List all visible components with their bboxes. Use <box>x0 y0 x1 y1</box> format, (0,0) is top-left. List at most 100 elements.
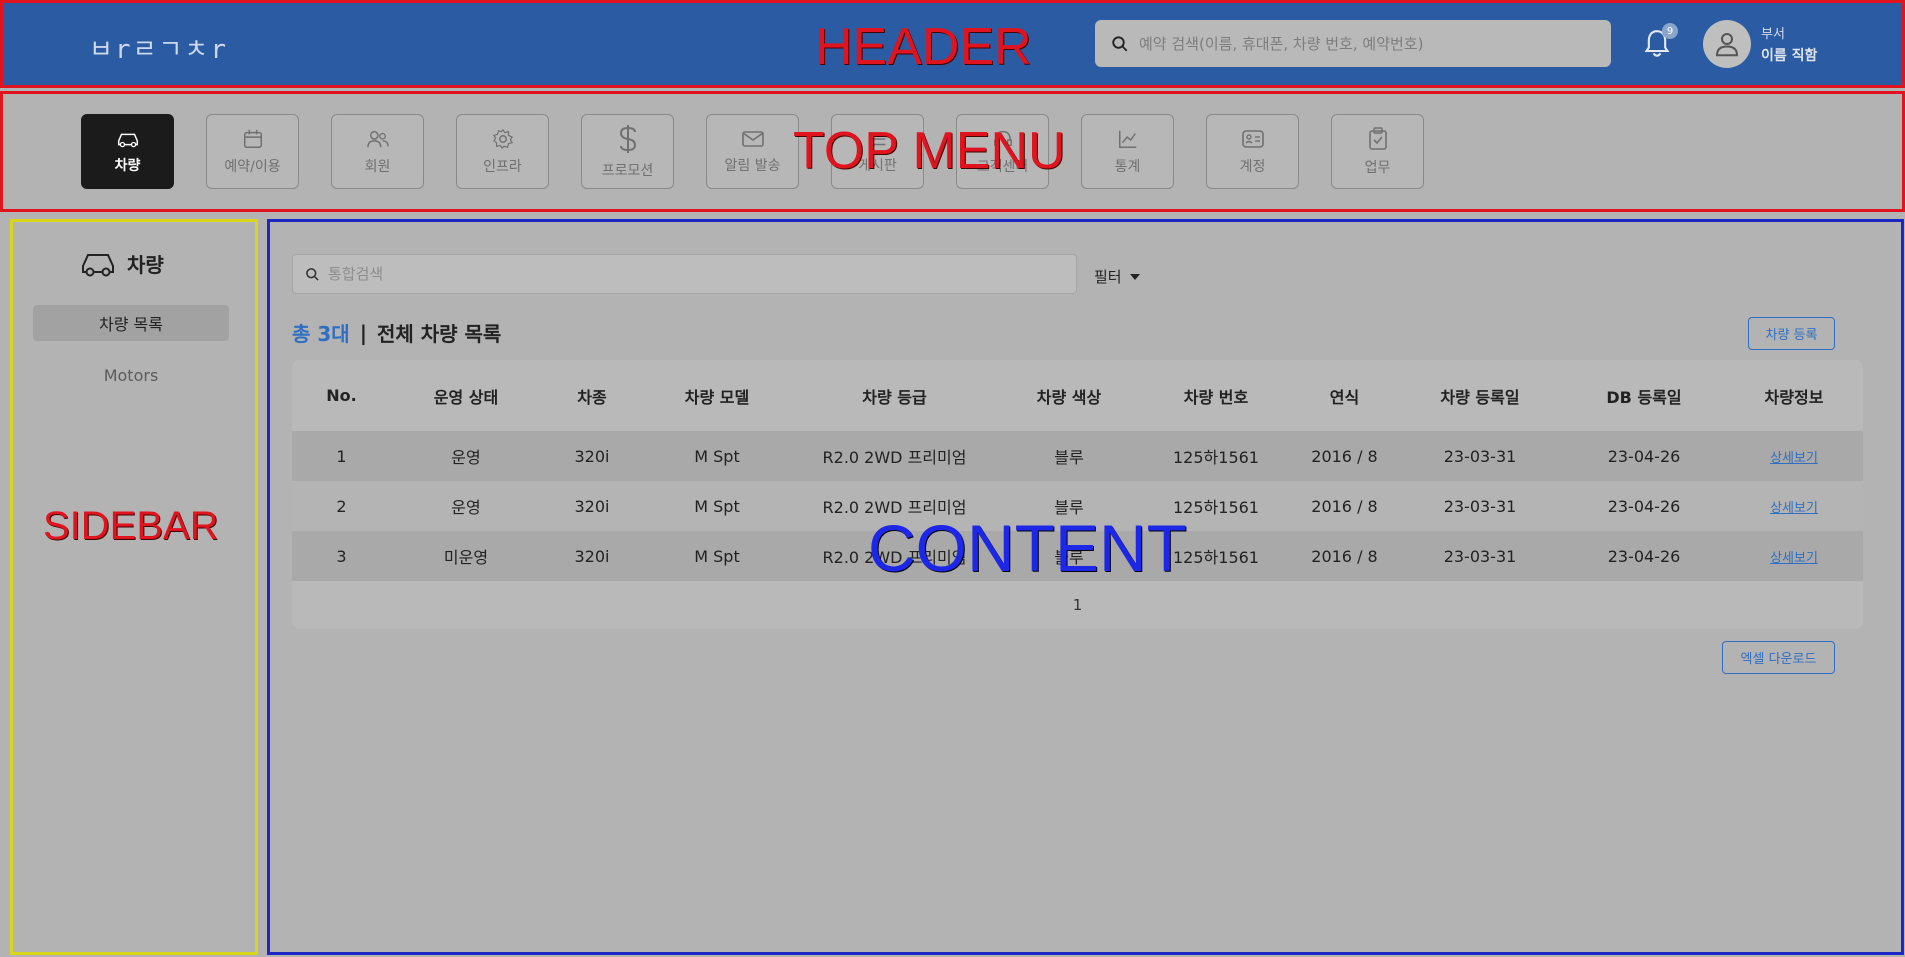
id-card-icon <box>1241 129 1264 148</box>
vehicle-count: 총 3대 <box>292 322 350 346</box>
cell-detail: 상세보기 <box>1725 481 1863 531</box>
user-icon <box>1715 33 1739 57</box>
column-header[interactable]: 차량 등록일 <box>1397 360 1563 431</box>
excel-download-button[interactable]: 엑셀 다운로드 <box>1722 641 1835 674</box>
list-heading: 총 3대 | 전체 차량 목록 <box>292 318 501 347</box>
column-header[interactable]: 운영 상태 <box>391 360 541 431</box>
menu-item-account[interactable]: 계정 <box>1206 114 1299 189</box>
table-header-row: No. 운영 상태 차종 차량 모델 차량 등급 차량 색상 차량 번호 연식 … <box>292 360 1863 431</box>
cell-db-registered: 23-04-26 <box>1563 531 1725 581</box>
column-header[interactable]: DB 등록일 <box>1563 360 1725 431</box>
header: ㅂrㄹㄱㅊr HEADER 9 부서 이름 직함 <box>0 0 1905 88</box>
caret-down-icon <box>1129 273 1140 280</box>
cell-vehicle-type: 320i <box>541 531 643 581</box>
menu-item-vehicle[interactable]: 차량 <box>81 114 174 189</box>
column-header[interactable]: 차량 등급 <box>791 360 998 431</box>
cell-vehicle-registered: 23-03-31 <box>1397 531 1563 581</box>
menu-item-promotion[interactable]: 프로모션 <box>581 114 674 189</box>
register-vehicle-button[interactable]: 차량 등록 <box>1748 317 1835 350</box>
cell-no: 1 <box>292 431 391 481</box>
content-annotation-label: CONTENT <box>868 511 1187 585</box>
column-header[interactable]: 연식 <box>1292 360 1397 431</box>
column-header: 차량정보 <box>1725 360 1863 431</box>
menu-item-label: 통계 <box>1114 158 1141 175</box>
list-title: 전체 차량 목록 <box>377 322 502 346</box>
cell-vehicle-type: 320i <box>541 431 643 481</box>
page-number[interactable]: 1 <box>1073 596 1083 614</box>
vehicle-table-card: No. 운영 상태 차종 차량 모델 차량 등급 차량 색상 차량 번호 연식 … <box>292 360 1863 629</box>
avatar[interactable] <box>1703 20 1751 68</box>
cell-color: 블루 <box>998 431 1140 481</box>
menu-item-label: 회원 <box>364 158 391 175</box>
filter-label: 필터 <box>1094 268 1122 286</box>
menu-item-label: 계정 <box>1239 158 1266 175</box>
cell-no: 3 <box>292 531 391 581</box>
cell-db-registered: 23-04-26 <box>1563 431 1725 481</box>
column-header[interactable]: No. <box>292 360 391 431</box>
menu-item-label: 차량 <box>114 157 141 174</box>
table-row[interactable]: 1 운영 320i M Spt R2.0 2WD 프리미엄 블루 125하156… <box>292 431 1863 481</box>
unified-search-input[interactable] <box>328 265 1068 283</box>
sidebar-item-vehicle-list[interactable]: 차량 목록 <box>33 305 229 341</box>
menu-item-label: 업무 <box>1364 159 1391 176</box>
detail-link[interactable]: 상세보기 <box>1770 551 1818 566</box>
menu-item-label: 인프라 <box>483 158 522 175</box>
reservation-search-box[interactable] <box>1095 20 1611 67</box>
sidebar-item-motors[interactable]: Motors <box>33 357 229 393</box>
column-header[interactable]: 차량 색상 <box>998 360 1140 431</box>
sidebar-title: 차량 <box>79 248 164 278</box>
mail-icon <box>741 130 764 147</box>
cell-year: 2016 / 8 <box>1292 531 1397 581</box>
top-menu: 차량 예약/이용 회원 인프라 프로모션 알림 발송 게시판 고객센터 통계 계… <box>0 91 1905 212</box>
sidebar-title-label: 차량 <box>127 252 164 277</box>
reservation-search-input[interactable] <box>1139 34 1599 53</box>
cell-status: 미운영 <box>391 531 541 581</box>
menu-item-label: 예약/이용 <box>224 158 281 175</box>
cell-detail: 상세보기 <box>1725 431 1863 481</box>
menu-item-statistics[interactable]: 통계 <box>1081 114 1174 189</box>
cell-model: M Spt <box>643 431 791 481</box>
menu-item-infra[interactable]: 인프라 <box>456 114 549 189</box>
menu-item-label: 프로모션 <box>601 162 654 179</box>
dollar-icon <box>619 124 636 153</box>
cell-model: M Spt <box>643 481 791 531</box>
filter-dropdown[interactable]: 필터 <box>1094 266 1140 287</box>
notification-badge: 9 <box>1662 23 1678 39</box>
column-header[interactable]: 차량 번호 <box>1140 360 1292 431</box>
user-name: 이름 직함 <box>1761 48 1818 64</box>
cell-year: 2016 / 8 <box>1292 431 1397 481</box>
chart-icon <box>1118 130 1136 148</box>
sidebar-annotation-label: SIDEBAR <box>43 504 219 548</box>
cell-year: 2016 / 8 <box>1292 481 1397 531</box>
menu-item-tasks[interactable]: 업무 <box>1331 114 1424 189</box>
users-icon <box>366 130 389 147</box>
cell-no: 2 <box>292 481 391 531</box>
content: 필터 총 3대 | 전체 차량 목록 차량 등록 No. 운영 상태 차종 차량… <box>267 219 1904 955</box>
clipboard-icon <box>1368 126 1387 150</box>
cell-status: 운영 <box>391 481 541 531</box>
search-icon <box>1112 35 1128 51</box>
detail-link[interactable]: 상세보기 <box>1770 451 1818 466</box>
detail-link[interactable]: 상세보기 <box>1770 501 1818 516</box>
cell-vehicle-registered: 23-03-31 <box>1397 431 1563 481</box>
car-icon <box>82 254 114 277</box>
menu-item-notification[interactable]: 알림 발송 <box>706 114 799 189</box>
column-header[interactable]: 차량 모델 <box>643 360 791 431</box>
menu-item-reservation[interactable]: 예약/이용 <box>206 114 299 189</box>
car-icon <box>117 133 138 147</box>
cell-vehicle-type: 320i <box>541 481 643 531</box>
logo[interactable]: ㅂrㄹㄱㅊr <box>89 29 228 66</box>
cell-db-registered: 23-04-26 <box>1563 481 1725 531</box>
top-menu-annotation-label: TOP MENU <box>793 122 1066 180</box>
unified-search-box[interactable] <box>292 254 1077 294</box>
cell-vehicle-registered: 23-03-31 <box>1397 481 1563 531</box>
menu-item-label: 알림 발송 <box>724 157 781 174</box>
cell-grade: R2.0 2WD 프리미엄 <box>791 431 998 481</box>
menu-item-members[interactable]: 회원 <box>331 114 424 189</box>
gear-icon <box>492 128 513 149</box>
heading-separator: | <box>359 320 367 345</box>
column-header[interactable]: 차종 <box>541 360 643 431</box>
cell-status: 운영 <box>391 431 541 481</box>
cell-model: M Spt <box>643 531 791 581</box>
search-icon <box>306 267 319 281</box>
